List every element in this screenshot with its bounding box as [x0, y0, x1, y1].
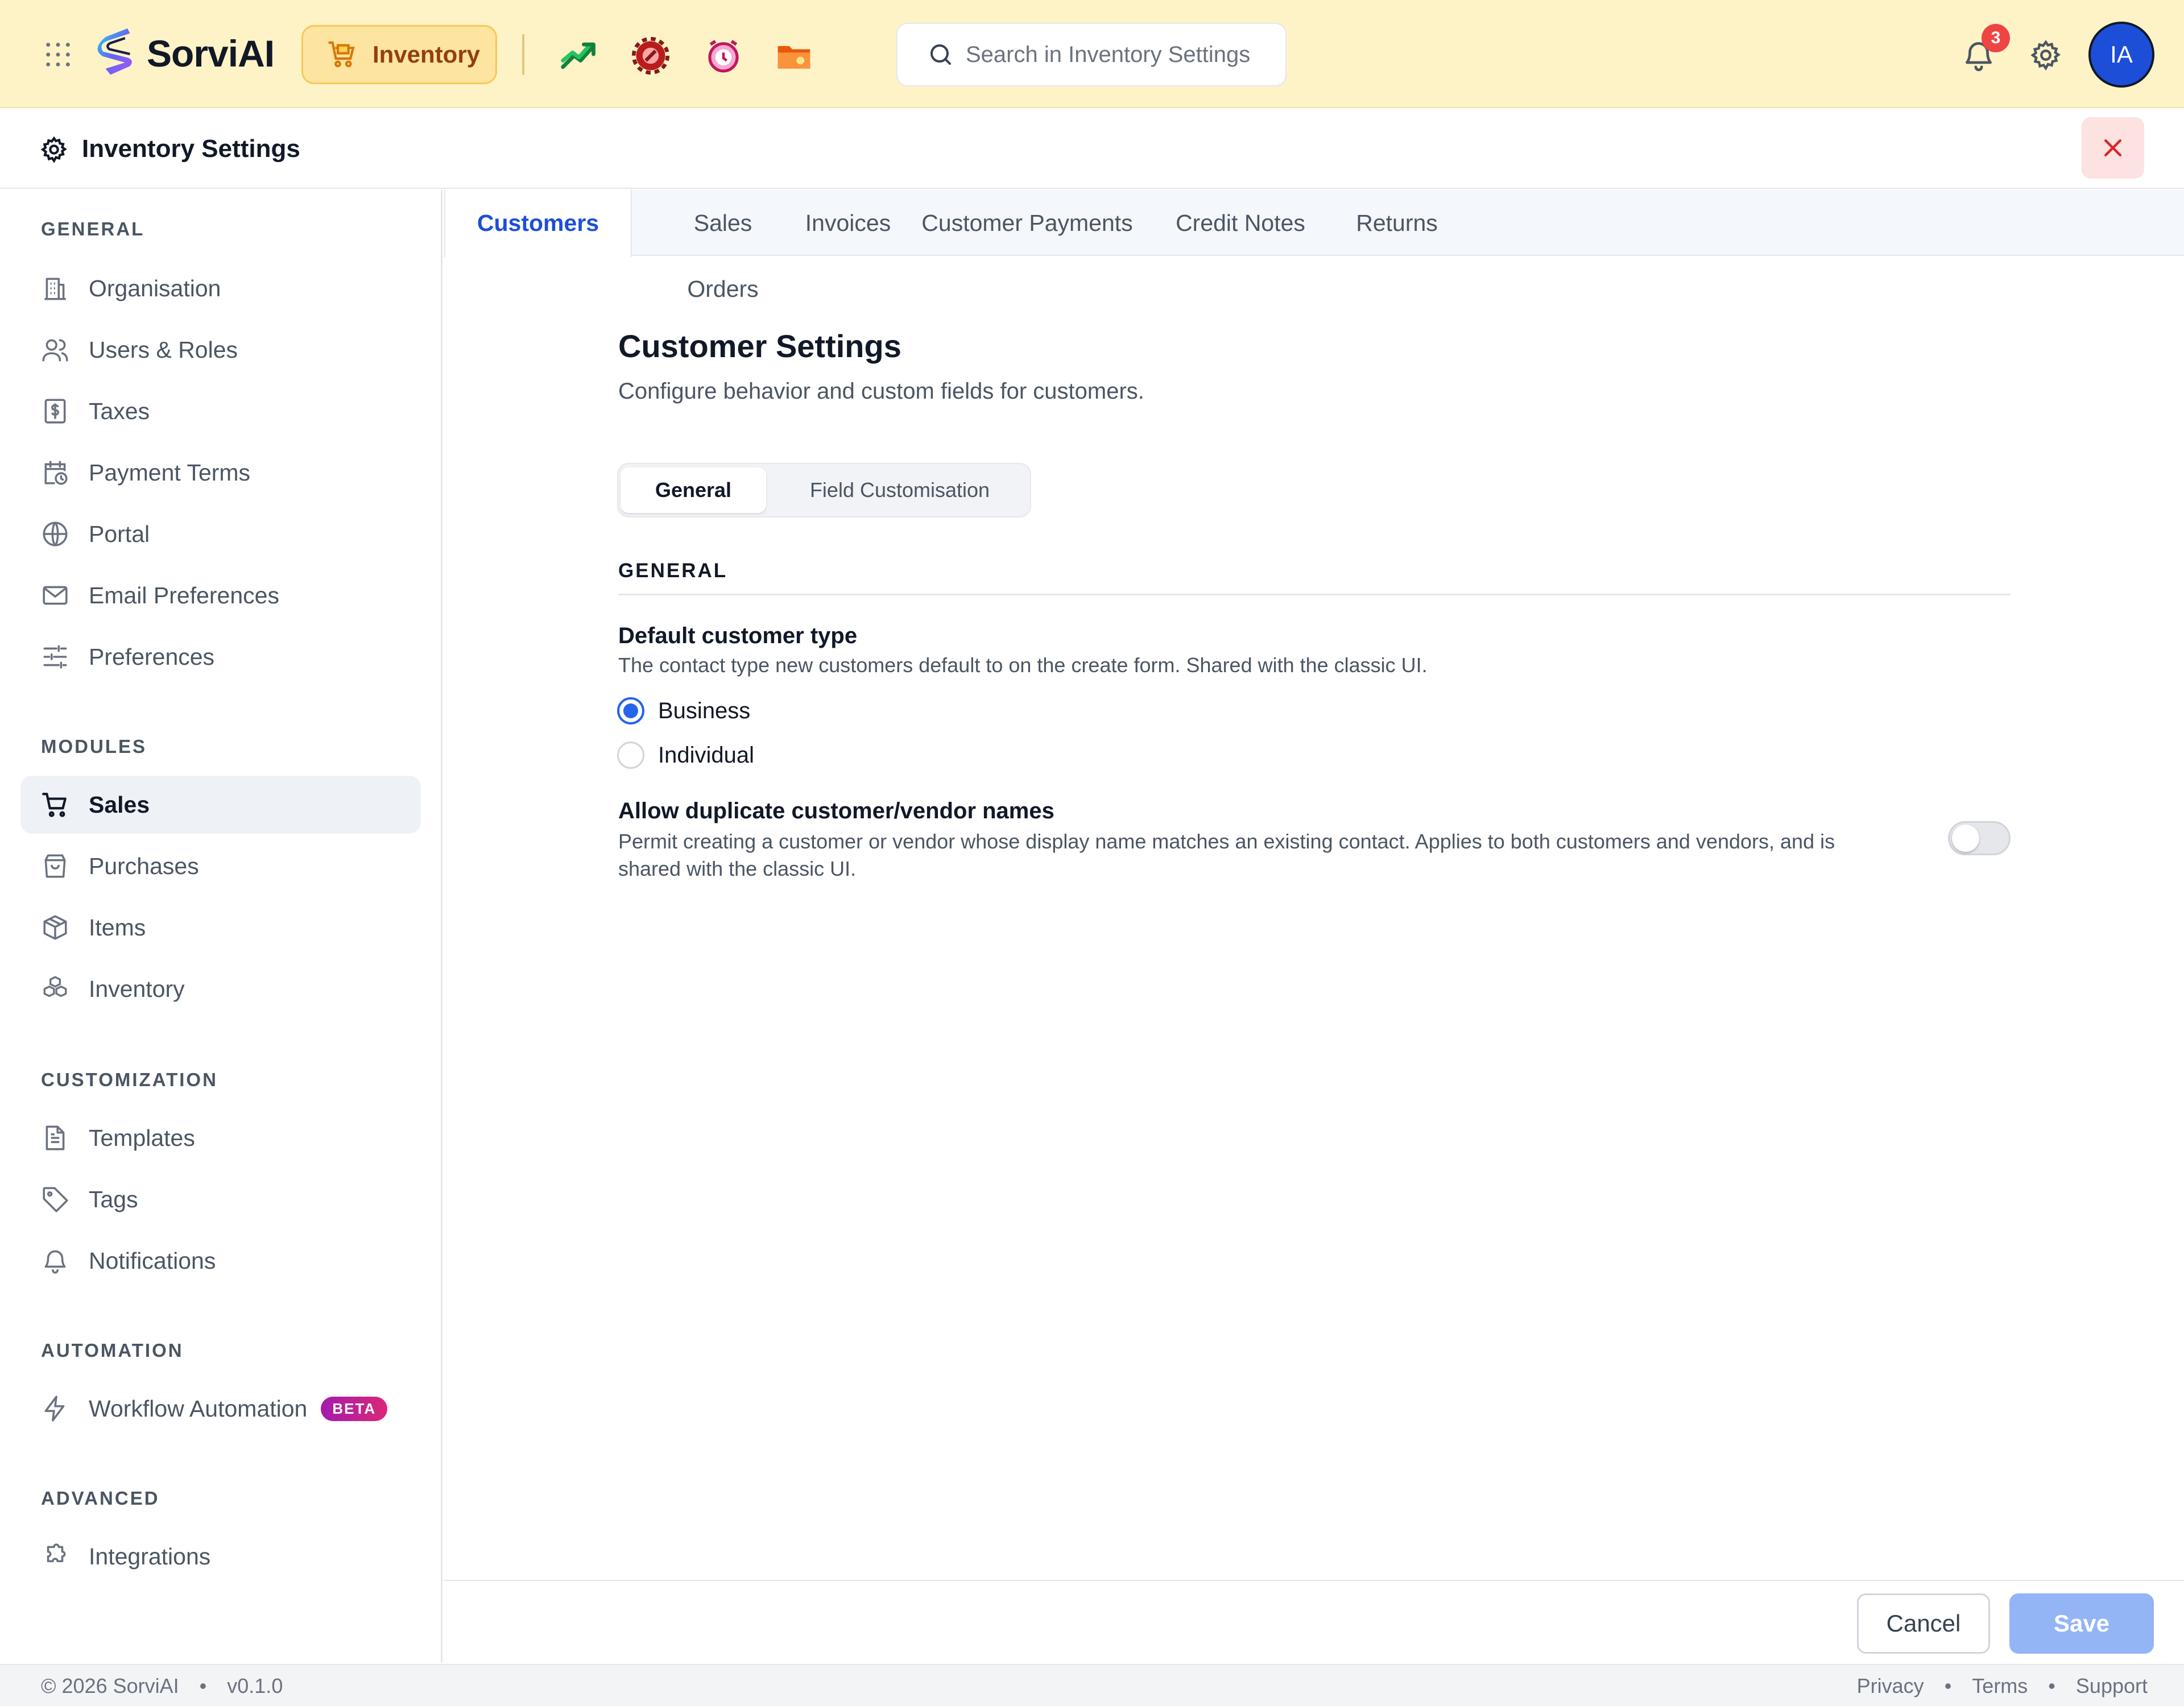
sliders-icon — [43, 645, 67, 669]
sidebar-item-organisation[interactable]: Organisation — [20, 259, 421, 317]
wrench-gear-icon[interactable] — [631, 36, 670, 75]
page-subtitle: Configure behavior and custom fields for… — [618, 379, 1144, 404]
section-heading-general: GENERAL — [618, 560, 728, 582]
section-divider — [618, 594, 2011, 595]
lightning-icon — [44, 1396, 65, 1422]
inventory-cart-icon — [328, 41, 355, 68]
sidebar-item-users-roles[interactable]: Users & Roles — [20, 321, 421, 379]
settings-header: Inventory Settings — [0, 109, 2184, 189]
mail-icon — [43, 586, 68, 605]
cancel-button[interactable]: Cancel — [1857, 1593, 1990, 1654]
shopping-bag-icon — [44, 854, 66, 878]
tag-icon — [43, 1187, 68, 1212]
close-settings-button[interactable] — [2082, 117, 2144, 179]
settings-tabs: Customers Sales Orders Invoices Customer… — [444, 190, 2184, 302]
sidebar-item-taxes[interactable]: Taxes — [20, 382, 421, 440]
settings-gear-icon[interactable] — [2029, 39, 2062, 72]
tab-credit-notes[interactable]: Credit Notes — [1155, 190, 1326, 256]
default-customer-type-description: The contact type new customers default t… — [618, 653, 1428, 677]
sidebar-section-advanced: ADVANCED — [41, 1488, 160, 1509]
notification-count-badge: 3 — [1982, 24, 2010, 52]
subtab-switcher: General Field Customisation — [617, 463, 1031, 517]
app-grid-icon[interactable] — [43, 40, 73, 69]
search-icon — [930, 44, 951, 65]
sidebar-section-automation: AUTOMATION — [41, 1340, 184, 1361]
sidebar-item-preferences[interactable]: Preferences — [20, 628, 421, 686]
user-avatar[interactable]: IA — [2088, 22, 2154, 88]
sidebar-item-sales[interactable]: Sales — [20, 776, 421, 834]
save-button[interactable]: Save — [2009, 1593, 2154, 1654]
page-footer: © 2026 SorviAI • v0.1.0 Privacy • Terms • … — [0, 1664, 2184, 1706]
dollar-receipt-icon — [44, 399, 66, 424]
sidebar-section-customization: CUSTOMIZATION — [41, 1069, 218, 1090]
copyright-text: © 2026 SorviAI — [41, 1674, 179, 1697]
privacy-link[interactable]: Privacy — [1857, 1674, 1924, 1698]
globe-icon — [43, 521, 68, 546]
beta-badge: BETA — [321, 1396, 388, 1421]
box-icon — [43, 915, 67, 940]
tab-invoices[interactable]: Invoices — [797, 190, 899, 256]
sidebar-section-modules: MODULES — [41, 736, 147, 757]
sidebar-item-notifications[interactable]: Notifications — [20, 1232, 421, 1290]
radio-option-business[interactable]: Business — [617, 695, 750, 727]
terms-link[interactable]: Terms — [1972, 1674, 2028, 1698]
customer-settings-panel: Customer Settings Configure behavior and… — [444, 257, 2184, 1576]
sidebar-item-integrations[interactable]: Integrations — [20, 1527, 421, 1585]
sidebar-item-workflow-automation[interactable]: Workflow Automation BETA — [20, 1380, 421, 1438]
tab-returns[interactable]: Returns — [1343, 190, 1451, 256]
sidebar-item-tags[interactable]: Tags — [20, 1170, 421, 1228]
radio-option-individual[interactable]: Individual — [617, 739, 754, 771]
cart-icon — [42, 793, 67, 817]
close-icon — [2104, 139, 2122, 157]
toolbar-divider — [522, 34, 524, 75]
sidebar-item-items[interactable]: Items — [20, 898, 421, 956]
sidebar-item-purchases[interactable]: Purchases — [20, 837, 421, 895]
business-radio[interactable] — [617, 697, 644, 724]
allow-duplicates-title: Allow duplicate customer/vendor names — [618, 798, 1054, 823]
sidebar-item-portal[interactable]: Portal — [20, 505, 421, 563]
support-link[interactable]: Support — [2076, 1674, 2148, 1698]
sidebar-item-email-preferences[interactable]: Email Preferences — [20, 566, 421, 624]
trend-up-icon[interactable] — [560, 36, 598, 75]
allow-duplicates-description-line1: Permit creating a customer or vendor who… — [618, 830, 1835, 853]
version-text: v0.1.0 — [227, 1674, 283, 1697]
sidebar-item-inventory[interactable]: Inventory — [20, 960, 421, 1018]
individual-radio[interactable] — [617, 742, 644, 769]
puzzle-icon — [47, 1543, 66, 1563]
top-bar: SorviAI Inventory 3 IA — [0, 0, 2184, 108]
module-switcher[interactable]: Inventory — [301, 25, 497, 84]
subtab-field-customisation[interactable]: Field Customisation — [772, 467, 1028, 513]
page-title: Customer Settings — [618, 328, 901, 364]
tab-customer-payments[interactable]: Customer Payments — [916, 190, 1138, 256]
folder-icon[interactable] — [775, 36, 813, 75]
bell-icon — [44, 1250, 66, 1274]
search-box[interactable] — [896, 23, 1287, 86]
sidebar-item-templates[interactable]: Templates — [20, 1109, 421, 1167]
tab-customers[interactable]: Customers — [444, 190, 632, 257]
sidebar-section-general: GENERAL — [41, 218, 145, 239]
tab-sales-orders[interactable]: Sales Orders — [660, 190, 785, 302]
subtab-general[interactable]: General — [621, 467, 766, 513]
users-icon — [42, 339, 68, 362]
form-action-bar: Cancel Save — [444, 1580, 2184, 1663]
allow-duplicates-description-line2: shared with the classic UI. — [618, 857, 857, 880]
calendar-clock-icon — [44, 461, 68, 485]
settings-gear-icon — [40, 136, 67, 163]
sidebar-item-payment-terms[interactable]: Payment Terms — [20, 444, 421, 502]
brand-name: SorviAI — [147, 32, 275, 74]
module-label: Inventory — [373, 41, 481, 68]
building-icon — [44, 278, 66, 300]
settings-sidebar: GENERAL Organisation Users & Roles Taxes… — [0, 190, 442, 1663]
footer-meta: © 2026 SorviAI • v0.1.0 — [41, 1674, 283, 1697]
alarm-clock-icon[interactable] — [704, 36, 743, 75]
document-icon — [46, 1125, 65, 1150]
boxes-icon — [43, 976, 67, 997]
footer-links: Privacy • Terms • Support — [1856, 1674, 2148, 1698]
allow-duplicates-toggle[interactable] — [1948, 821, 2011, 855]
default-customer-type-title: Default customer type — [618, 623, 858, 648]
settings-title: Inventory Settings — [82, 135, 300, 163]
brand-logo-icon[interactable] — [93, 28, 142, 80]
search-input[interactable] — [966, 42, 1285, 68]
